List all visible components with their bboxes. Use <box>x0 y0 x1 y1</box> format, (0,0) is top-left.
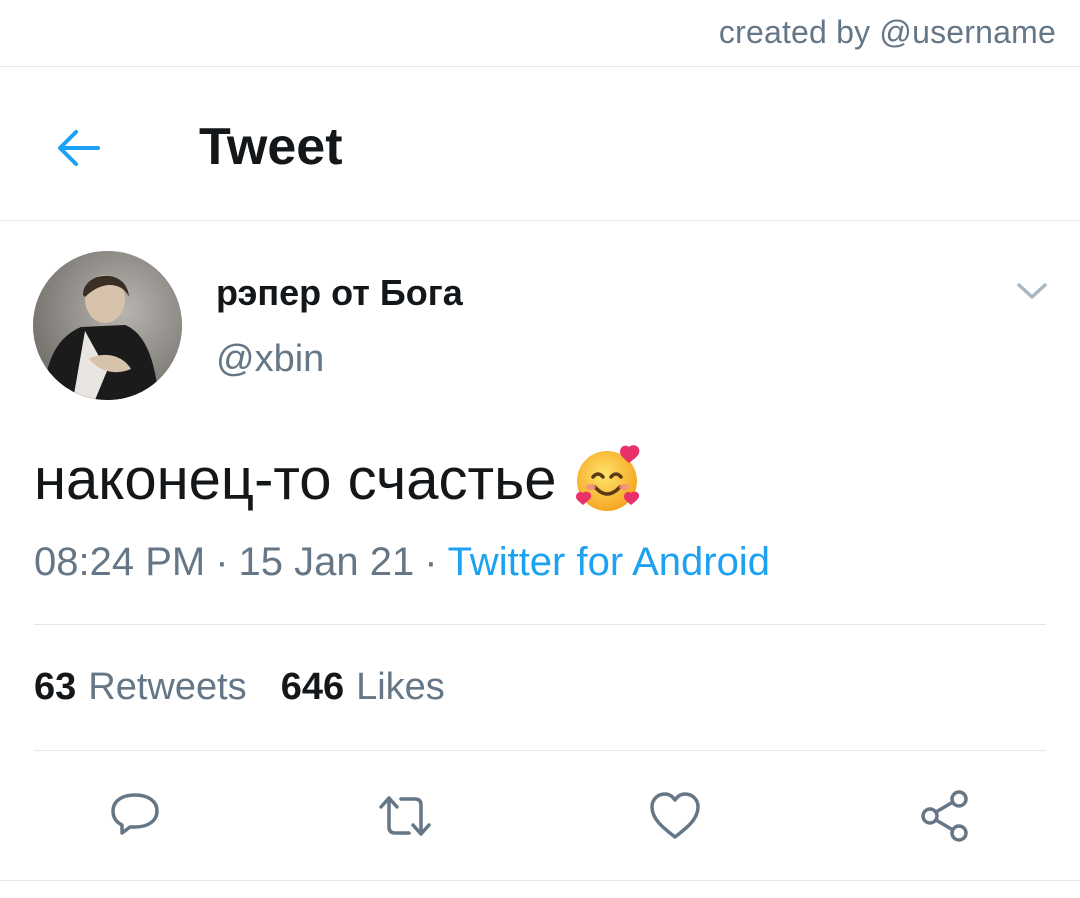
more-options-button[interactable] <box>1012 276 1052 306</box>
tweet-time: 08:24 PM <box>34 540 206 584</box>
retweets-stat[interactable]: 63 Retweets <box>34 666 247 709</box>
user-handle[interactable]: @xbin <box>216 338 324 381</box>
tweet-body: наконец-то счастье <box>34 446 557 512</box>
bottom-divider <box>0 880 1080 881</box>
tweet-text: наконец-то счастье <box>34 443 645 515</box>
retweet-button[interactable] <box>375 786 435 846</box>
back-button[interactable] <box>50 120 106 176</box>
meta-separator: · <box>215 540 229 584</box>
tweet-meta: 08:24 PM · 15 Jan 21 · Twitter for Android <box>34 540 770 585</box>
creator-credit: created by @username <box>718 14 1056 50</box>
reply-button[interactable] <box>105 786 165 846</box>
likes-label: Likes <box>356 666 445 708</box>
stats-divider <box>34 750 1046 751</box>
reply-icon <box>111 793 159 835</box>
share-icon <box>921 790 968 842</box>
share-button[interactable] <box>915 786 975 846</box>
like-button[interactable] <box>645 786 705 846</box>
like-icon <box>650 792 700 839</box>
meta-divider <box>34 624 1046 625</box>
chevron-down-icon <box>1017 283 1047 299</box>
retweet-icon <box>379 796 431 836</box>
tweet-stats: 63 Retweets 646 Likes <box>34 666 445 709</box>
retweets-count: 63 <box>34 666 77 708</box>
page-title: Tweet <box>199 118 343 176</box>
retweets-label: Retweets <box>88 666 247 708</box>
avatar[interactable] <box>33 251 182 400</box>
arrow-left-icon <box>58 130 100 166</box>
likes-stat[interactable]: 646 Likes <box>281 666 445 709</box>
meta-separator: · <box>424 540 438 584</box>
tweet-source-link[interactable]: Twitter for Android <box>448 540 770 584</box>
smiling-face-with-hearts-icon <box>575 445 639 511</box>
display-name[interactable]: рэпер от Бога <box>216 272 463 314</box>
likes-count: 646 <box>280 666 345 708</box>
top-divider <box>0 66 1080 67</box>
tweet-date: 15 Jan 21 <box>238 540 415 584</box>
header-divider <box>0 220 1080 221</box>
